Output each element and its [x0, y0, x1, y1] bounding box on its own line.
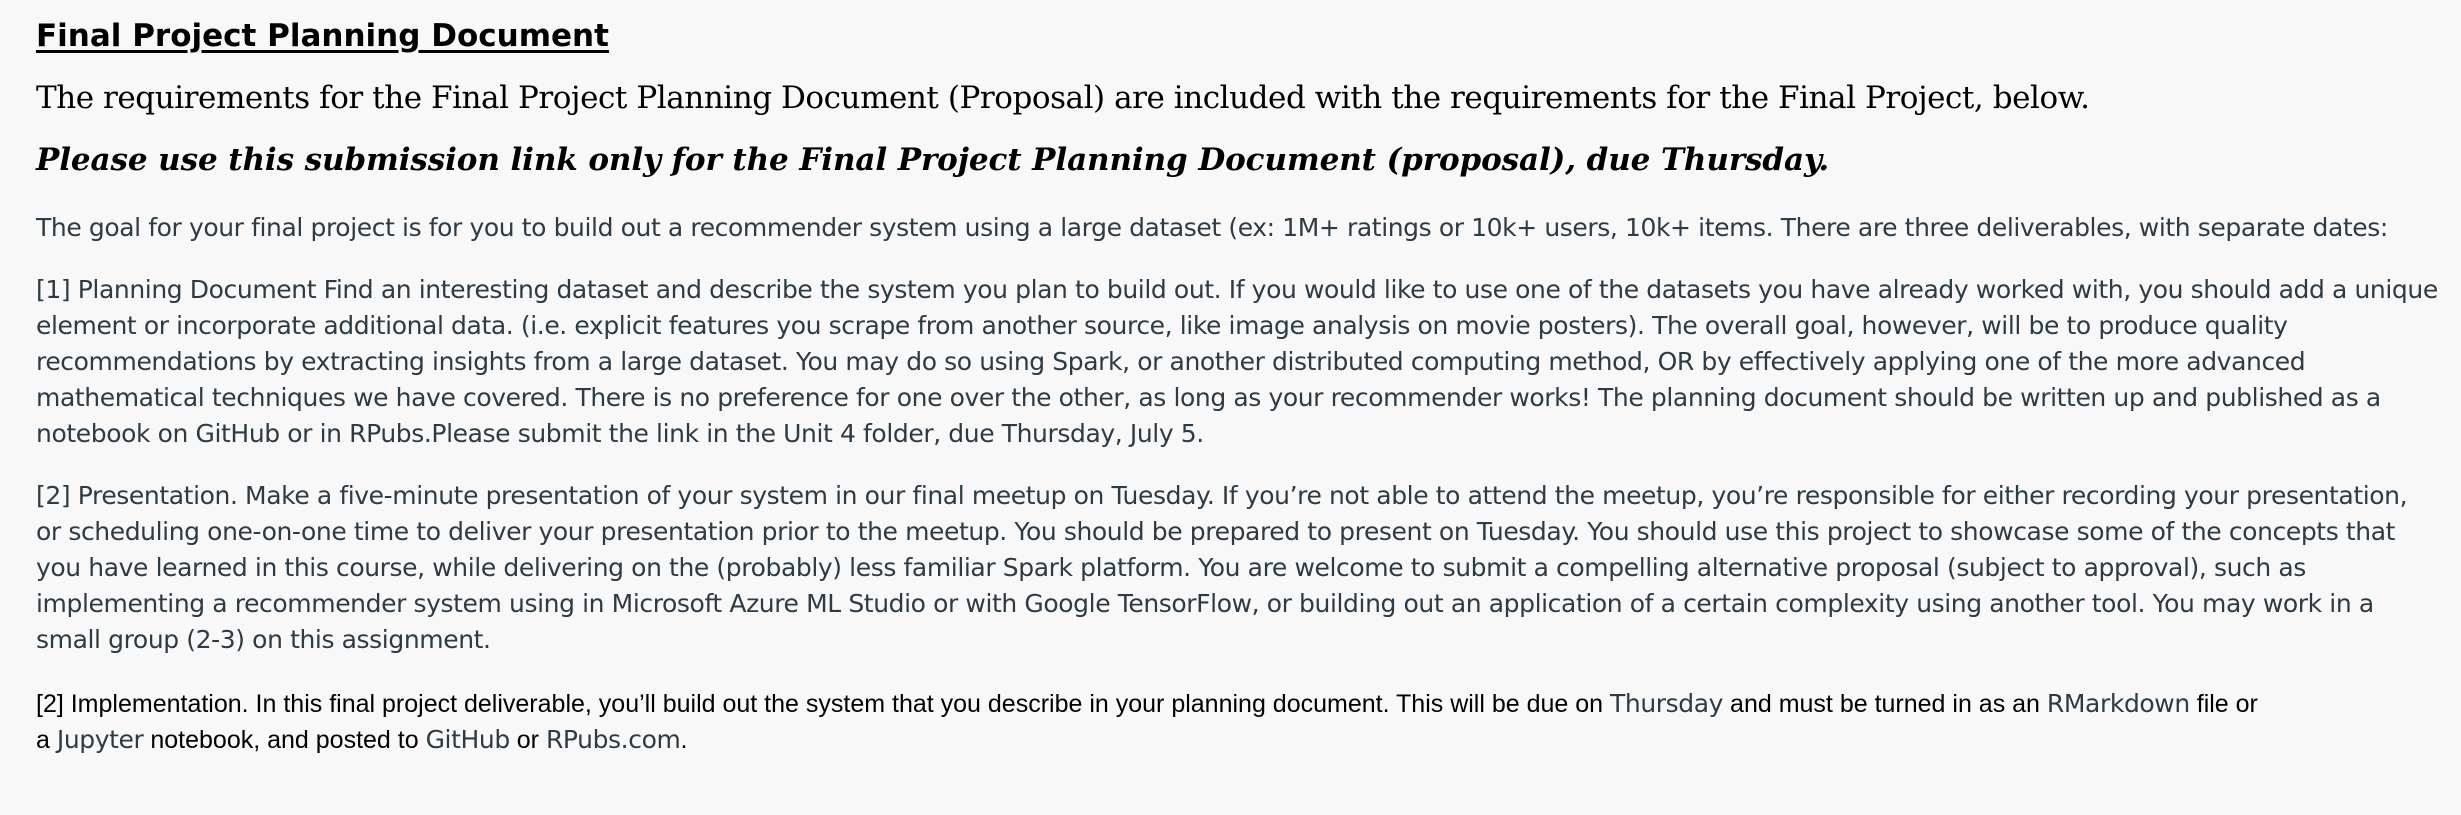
implementation-text: file or	[2189, 690, 2258, 718]
implementation-text: or	[509, 726, 546, 754]
implementation-text: and must be turned in as an	[1723, 690, 2047, 718]
presentation-line: [2] Presentation. Make a five-minute pre…	[36, 481, 2408, 510]
goal-text: The goal for your final project is for y…	[36, 213, 2388, 242]
submission-notice: Please use this submission link only for…	[36, 142, 1830, 178]
planning-line: element or incorporate additional data. …	[36, 311, 2288, 340]
implementation-format: Jupyter	[56, 725, 144, 754]
planning-line: recommendations by extracting insights f…	[36, 347, 2306, 376]
planning-line: [1] Planning Document Find an interestin…	[36, 275, 2438, 304]
planning-line: mathematical techniques we have covered.…	[36, 383, 2381, 412]
presentation-line: implementing a recommender system using …	[36, 589, 2374, 618]
goal-paragraph: The goal for your final project is for y…	[36, 210, 2436, 246]
presentation-paragraph: [2] Presentation. Make a five-minute pre…	[36, 478, 2436, 658]
implementation-paragraph: [2] Implementation. In this final projec…	[36, 686, 2436, 758]
presentation-line: or scheduling one-on-one time to deliver…	[36, 517, 2396, 546]
page-title: Final Project Planning Document	[36, 18, 609, 54]
presentation-line: small group (2-3) on this assignment.	[36, 625, 491, 654]
implementation-text: .	[680, 726, 688, 754]
intro-paragraph: The requirements for the Final Project P…	[36, 80, 2090, 116]
implementation-format: RMarkdown	[2046, 689, 2190, 718]
planning-line: notebook on GitHub or in RPubs.Please su…	[36, 419, 1204, 448]
implementation-text: notebook, and posted to	[143, 726, 426, 754]
implementation-line: [2] Implementation. In this final projec…	[36, 686, 2436, 722]
planning-document-paragraph: [1] Planning Document Find an interestin…	[36, 272, 2438, 452]
implementation-host: GitHub	[425, 725, 511, 754]
implementation-text: a	[36, 726, 57, 754]
implementation-text: [2] Implementation. In this final projec…	[36, 690, 1611, 718]
implementation-host: RPubs.com	[545, 725, 681, 754]
implementation-day: Thursday	[1610, 689, 1724, 718]
presentation-line: you have learned in this course, while d…	[36, 553, 2306, 582]
implementation-line: a Jupyter notebook, and posted to GitHub…	[36, 722, 2436, 758]
